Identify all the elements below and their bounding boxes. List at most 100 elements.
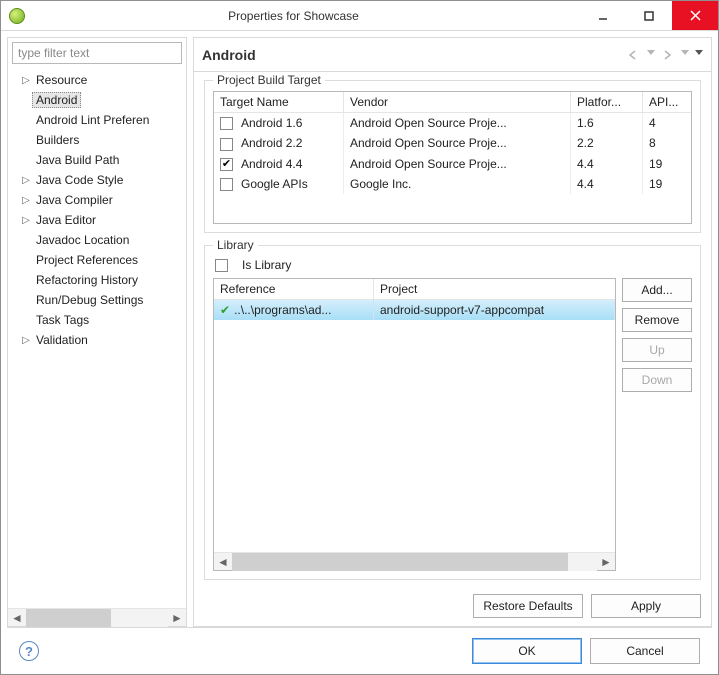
col-project[interactable]: Project	[374, 279, 615, 299]
tree-item-label: Java Compiler	[32, 193, 117, 207]
close-button[interactable]	[672, 1, 718, 30]
is-library-checkbox[interactable]	[215, 259, 228, 272]
window-controls	[580, 1, 718, 30]
target-checkbox[interactable]	[220, 117, 233, 130]
properties-dialog: Properties for Showcase type filter text…	[0, 0, 719, 675]
library-table: Reference Project ✔..\..\programs\ad...a…	[213, 278, 616, 571]
remove-button[interactable]: Remove	[622, 308, 692, 332]
table-row[interactable]: Android 2.2Android Open Source Proje...2…	[214, 133, 691, 153]
history-nav	[627, 50, 703, 60]
expand-icon[interactable]: ▷	[20, 195, 32, 206]
tree-item-label: Java Editor	[32, 213, 100, 227]
expand-icon[interactable]: ▷	[20, 75, 32, 86]
scroll-left-icon[interactable]: ◄	[214, 553, 232, 571]
target-cell: Google APIs	[214, 174, 344, 194]
category-tree[interactable]: ▷ResourceAndroid Android Lint Preferen Bui…	[8, 70, 186, 608]
restore-defaults-button[interactable]: Restore Defaults	[473, 594, 583, 618]
window-title: Properties for Showcase	[7, 9, 580, 23]
tree-item-label: Android Lint Preferen	[32, 113, 153, 127]
tree-item[interactable]: ▷Resource	[14, 70, 184, 90]
target-checkbox[interactable]	[220, 138, 233, 151]
add-button[interactable]: Add...	[622, 278, 692, 302]
table-row[interactable]: Google APIsGoogle Inc.4.419	[214, 174, 691, 194]
target-checkbox[interactable]	[220, 178, 233, 191]
help-icon[interactable]: ?	[19, 641, 39, 661]
tree-item[interactable]: Builders	[14, 130, 184, 150]
tree-item[interactable]: ▷Java Editor	[14, 210, 184, 230]
tree-item[interactable]: Task Tags	[14, 310, 184, 330]
nav-forward-icon[interactable]	[661, 50, 675, 60]
tree-item-label: Run/Debug Settings	[32, 293, 147, 307]
build-target-group: Project Build Target Target Name Vendor …	[204, 80, 701, 233]
minimize-button[interactable]	[580, 1, 626, 30]
nav-menu-icon[interactable]	[695, 50, 703, 60]
tree-item-label: Java Code Style	[32, 173, 127, 187]
api-cell: 19	[643, 154, 691, 174]
tree-item-label: Builders	[32, 133, 83, 147]
scroll-thumb[interactable]	[26, 609, 111, 627]
library-scrollbar[interactable]: ◄ ►	[214, 552, 615, 570]
col-platform[interactable]: Platfor...	[571, 92, 643, 112]
reference-cell: ✔..\..\programs\ad...	[214, 300, 374, 320]
platform-cell: 1.6	[571, 113, 643, 133]
table-row[interactable]: ✔..\..\programs\ad...android-support-v7-…	[214, 300, 615, 320]
table-row[interactable]: Android 4.4Android Open Source Proje...4…	[214, 154, 691, 174]
tree-item[interactable]: Android Lint Preferen	[14, 110, 184, 130]
nav-back-icon[interactable]	[627, 50, 641, 60]
platform-cell: 4.4	[571, 154, 643, 174]
tree-item[interactable]: Javadoc Location	[14, 230, 184, 250]
scroll-track[interactable]	[26, 609, 168, 627]
col-vendor[interactable]: Vendor	[344, 92, 571, 112]
ok-button[interactable]: OK	[472, 638, 582, 664]
library-group: Library Is Library Reference Project	[204, 245, 701, 580]
build-target-table: Target Name Vendor Platfor... API... And…	[213, 91, 692, 224]
tree-item[interactable]: Run/Debug Settings	[14, 290, 184, 310]
category-tree-pane: type filter text ▷ResourceAndroid Android…	[7, 37, 187, 627]
table-row[interactable]: Android 1.6Android Open Source Proje...1…	[214, 113, 691, 133]
scroll-right-icon[interactable]: ►	[168, 609, 186, 627]
down-button[interactable]: Down	[622, 368, 692, 392]
tree-item[interactable]: Refactoring History	[14, 270, 184, 290]
scroll-thumb[interactable]	[232, 553, 568, 571]
is-library-row: Is Library	[215, 258, 692, 272]
tree-item-label: Task Tags	[32, 313, 93, 327]
tree-item-label: Javadoc Location	[32, 233, 133, 247]
platform-cell: 2.2	[571, 133, 643, 153]
scroll-track[interactable]	[232, 553, 597, 571]
project-cell: android-support-v7-appcompat	[374, 300, 615, 320]
api-cell: 8	[643, 133, 691, 153]
expand-icon[interactable]: ▷	[20, 215, 32, 226]
col-target-name[interactable]: Target Name	[214, 92, 344, 112]
tree-item[interactable]: ▷Validation	[14, 330, 184, 350]
tree-item[interactable]: Java Build Path	[14, 150, 184, 170]
is-library-label: Is Library	[242, 258, 291, 272]
filter-input[interactable]: type filter text	[12, 42, 182, 64]
cancel-button[interactable]: Cancel	[590, 638, 700, 664]
tree-item[interactable]: Android	[14, 90, 184, 110]
tree-item[interactable]: Project References	[14, 250, 184, 270]
scroll-left-icon[interactable]: ◄	[8, 609, 26, 627]
tree-scrollbar[interactable]: ◄ ►	[8, 608, 186, 626]
col-reference[interactable]: Reference	[214, 279, 374, 299]
apply-button[interactable]: Apply	[591, 594, 701, 618]
expand-icon[interactable]: ▷	[20, 175, 32, 186]
scroll-right-icon[interactable]: ►	[597, 553, 615, 571]
library-legend: Library	[213, 238, 258, 252]
target-checkbox[interactable]	[220, 158, 233, 171]
tree-item-label: Project References	[32, 253, 142, 267]
tree-item-label: Validation	[32, 333, 92, 347]
library-rows: ✔..\..\programs\ad...android-support-v7-…	[214, 300, 615, 552]
tree-item[interactable]: ▷Java Compiler	[14, 190, 184, 210]
up-button[interactable]: Up	[622, 338, 692, 362]
api-cell: 19	[643, 174, 691, 194]
expand-icon[interactable]: ▷	[20, 335, 32, 346]
nav-forward-menu-icon[interactable]	[681, 50, 689, 60]
tree-item[interactable]: ▷Java Code Style	[14, 170, 184, 190]
dialog-footer: ? OK Cancel	[7, 627, 712, 674]
page-actions: Restore Defaults Apply	[194, 586, 711, 626]
col-api[interactable]: API...	[643, 92, 691, 112]
nav-back-menu-icon[interactable]	[647, 50, 655, 60]
platform-cell: 4.4	[571, 174, 643, 194]
tree-item-label: Refactoring History	[32, 273, 142, 287]
maximize-button[interactable]	[626, 1, 672, 30]
